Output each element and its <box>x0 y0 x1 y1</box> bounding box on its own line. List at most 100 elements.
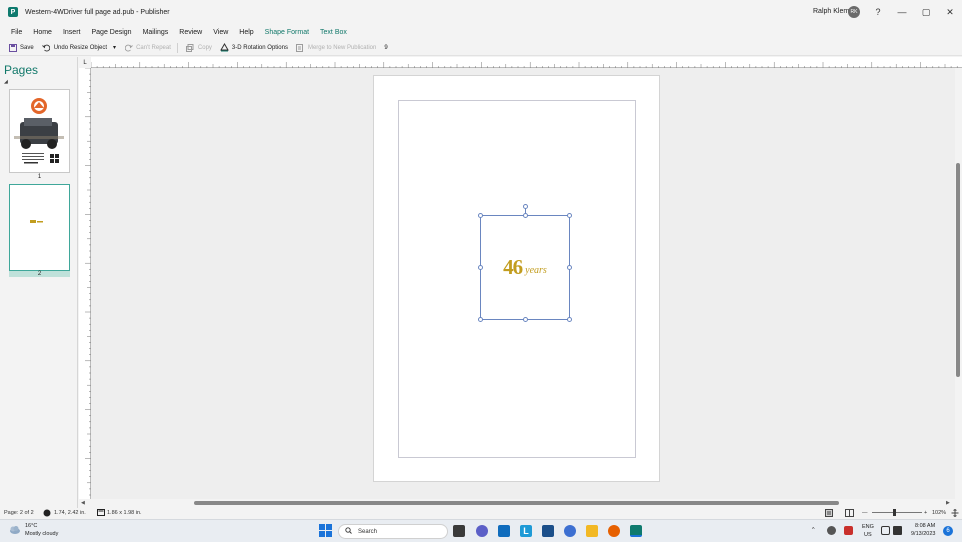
quick-toolbar: Save Undo Resize Object ▾ Can't Repeat C… <box>0 40 962 56</box>
account-name[interactable]: Ralph Klem <box>813 8 849 15</box>
selected-text-box[interactable]: 46 years <box>478 204 572 322</box>
scroll-right-icon[interactable]: ▶ <box>946 500 950 506</box>
resize-handle-bottom-left[interactable] <box>478 317 483 322</box>
zoom-out-button[interactable]: — <box>862 510 868 516</box>
tab-shape-format[interactable]: Shape Format <box>265 29 309 36</box>
resize-handle-top-left[interactable] <box>478 213 483 218</box>
weather-condition[interactable]: Mostly cloudy <box>25 531 58 537</box>
undo-icon <box>42 43 51 52</box>
merge-button[interactable]: Merge to New Publication <box>296 43 376 52</box>
zoom-in-button[interactable]: + <box>924 510 927 516</box>
weather-temp[interactable]: 16°C <box>25 523 37 529</box>
vertical-ruler[interactable] <box>79 67 91 500</box>
tab-review[interactable]: Review <box>179 29 202 36</box>
tab-mailings[interactable]: Mailings <box>143 29 169 36</box>
search-placeholder: Search <box>358 528 378 535</box>
ruler-tab-selector[interactable]: L <box>79 57 91 68</box>
horizontal-scrollbar[interactable]: ◀ ▶ <box>79 499 962 508</box>
page-thumbnail-1[interactable] <box>9 89 70 173</box>
mail-icon[interactable] <box>498 525 510 537</box>
rotation-label: 3-D Rotation Options <box>231 44 288 51</box>
tab-home[interactable]: Home <box>33 29 52 36</box>
volume-icon[interactable] <box>893 526 902 535</box>
user-avatar[interactable]: RK <box>848 6 860 18</box>
resize-handle-top[interactable] <box>523 213 528 218</box>
zoom-slider-thumb[interactable] <box>893 509 896 516</box>
clock-date[interactable]: 9/13/2023 <box>911 531 935 537</box>
horizontal-ruler[interactable] <box>90 57 962 68</box>
settings-gear-icon[interactable] <box>564 525 576 537</box>
object-size-icon <box>97 509 105 518</box>
file-explorer-icon[interactable] <box>586 525 598 537</box>
taskbar-search[interactable]: Search <box>338 524 448 539</box>
rotation-icon <box>220 43 229 52</box>
tab-file[interactable]: File <box>11 29 22 36</box>
merge-label: Merge to New Publication <box>307 44 377 51</box>
tab-page-design[interactable]: Page Design <box>91 29 131 36</box>
help-button[interactable]: ? <box>870 4 886 20</box>
publication-page[interactable]: 46 years <box>373 75 660 482</box>
learning-app-icon[interactable]: L <box>520 525 532 537</box>
minimize-button[interactable]: — <box>894 4 910 20</box>
margin-guides: 46 years <box>398 100 636 458</box>
rotation-handle[interactable] <box>523 204 528 209</box>
years-word-text[interactable]: years <box>525 265 547 276</box>
zoom-level[interactable]: 102% <box>932 510 946 516</box>
close-button[interactable]: ✕ <box>942 4 958 20</box>
weather-cloud-icon[interactable] <box>9 525 21 535</box>
vertical-scroll-thumb[interactable] <box>956 163 960 377</box>
toolbar-separator <box>176 42 178 53</box>
notification-badge[interactable]: 6 <box>943 526 953 536</box>
save-icon <box>8 43 17 52</box>
windows-start-icon[interactable] <box>319 524 332 537</box>
horizontal-scroll-thumb[interactable] <box>194 501 839 505</box>
document-canvas[interactable]: 46 years <box>91 68 955 500</box>
publisher-taskbar-icon[interactable] <box>630 525 642 537</box>
repeat-label: Can't Repeat <box>136 44 171 51</box>
tab-insert[interactable]: Insert <box>63 29 81 36</box>
repeat-button[interactable]: Can't Repeat <box>124 43 171 52</box>
resize-handle-top-right[interactable] <box>567 213 572 218</box>
undo-dropdown-icon[interactable]: ▾ <box>113 44 116 51</box>
teams-chat-icon[interactable] <box>476 525 488 537</box>
fit-page-icon[interactable] <box>951 508 959 519</box>
years-number-text[interactable]: 46 <box>503 255 523 280</box>
tab-help[interactable]: Help <box>239 29 253 36</box>
security-shield-icon[interactable] <box>844 526 853 535</box>
scroll-left-icon[interactable]: ◀ <box>81 500 85 506</box>
clock-time[interactable]: 8:08 AM <box>915 523 935 529</box>
page-thumbnail-2[interactable] <box>9 184 70 271</box>
undo-label: Undo Resize Object <box>53 44 108 51</box>
undo-button[interactable]: Undo Resize Object ▾ <box>42 43 116 52</box>
save-label: Save <box>20 44 34 51</box>
single-page-view-icon[interactable] <box>825 509 833 519</box>
rotation-options-button[interactable]: 3-D Rotation Options <box>220 43 288 52</box>
firefox-icon[interactable] <box>608 525 620 537</box>
toolbar-overflow[interactable]: 9 <box>384 45 387 51</box>
show-hidden-icons[interactable]: ^ <box>812 527 815 533</box>
thumbnail-1-preview <box>14 98 64 164</box>
store-icon[interactable] <box>542 525 554 537</box>
title-bar: P Western-4WDriver full page ad.pub - Pu… <box>0 0 962 24</box>
language-top[interactable]: ENG <box>862 524 874 530</box>
resize-handle-bottom-right[interactable] <box>567 317 572 322</box>
page-indicator[interactable]: Page: 2 of 2 <box>4 510 34 516</box>
two-page-view-icon[interactable] <box>845 509 854 519</box>
resize-handle-right[interactable] <box>567 265 572 270</box>
zoom-slider-track[interactable] <box>872 512 922 513</box>
onedrive-icon[interactable] <box>827 526 836 535</box>
tab-view[interactable]: View <box>213 29 228 36</box>
network-icon[interactable] <box>881 526 890 535</box>
restore-button[interactable]: ▢ <box>918 4 934 20</box>
vertical-scrollbar[interactable] <box>955 68 962 500</box>
task-view-icon[interactable] <box>453 525 465 537</box>
copy-button[interactable]: Copy <box>186 43 212 52</box>
tab-text-box[interactable]: Text Box <box>320 29 347 36</box>
resize-handle-left[interactable] <box>478 265 483 270</box>
collapse-pane-icon[interactable]: ◢ <box>4 79 8 85</box>
page-number-2: 2 <box>9 271 70 277</box>
ribbon-tabs: File Home Insert Page Design Mailings Re… <box>0 24 962 40</box>
language-bottom[interactable]: US <box>864 532 872 538</box>
resize-handle-bottom[interactable] <box>523 317 528 322</box>
save-button[interactable]: Save <box>8 43 34 52</box>
